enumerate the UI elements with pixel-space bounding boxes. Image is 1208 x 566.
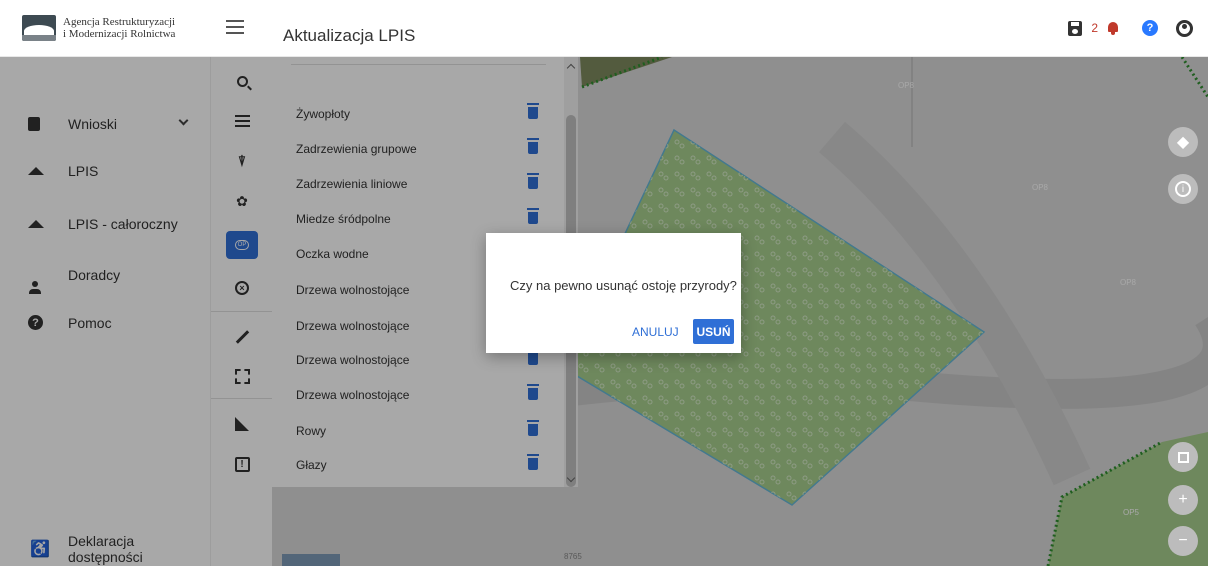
layers-icon: ◆: [1176, 134, 1190, 151]
info-icon: i: [1175, 181, 1191, 197]
app-header: Agencja Restrukturyzacji i Modernizacji …: [0, 0, 1208, 57]
help-icon: ?: [1142, 20, 1158, 36]
brand[interactable]: Agencja Restrukturyzacji i Modernizacji …: [0, 0, 210, 57]
cancel-button[interactable]: ANULUJ: [632, 325, 679, 339]
layers-button[interactable]: ◆: [1168, 127, 1198, 157]
info-button[interactable]: i: [1168, 174, 1198, 204]
plus-icon: +: [1178, 491, 1188, 508]
notifications-button[interactable]: [1102, 14, 1124, 42]
header-actions: 2 ?: [1061, 14, 1198, 42]
notification-count: 2: [1091, 21, 1098, 35]
save-icon: [1068, 20, 1083, 36]
minus-icon: −: [1178, 532, 1188, 549]
org-name: Agencja Restrukturyzacji i Modernizacji …: [63, 16, 175, 40]
confirm-delete-dialog: Czy na pewno usunąć ostoję przyrody? ANU…: [486, 233, 741, 353]
page-title: Aktualizacja LPIS: [283, 26, 416, 45]
user-button[interactable]: [1170, 14, 1198, 42]
zoom-in-button[interactable]: +: [1168, 485, 1198, 515]
hamburger-menu-icon[interactable]: [226, 20, 244, 34]
zoom-out-button[interactable]: −: [1168, 526, 1198, 556]
fullscreen-button[interactable]: [1168, 442, 1198, 472]
save-button[interactable]: [1061, 14, 1089, 42]
help-button[interactable]: ?: [1136, 14, 1164, 42]
org-name-line1: Agencja Restrukturyzacji: [63, 16, 176, 28]
org-name-line2: i Modernizacji Rolnictwa: [63, 28, 176, 40]
dialog-message: Czy na pewno usunąć ostoję przyrody?: [510, 278, 737, 293]
user-icon: [1175, 19, 1193, 37]
bell-icon: [1107, 21, 1119, 35]
fullscreen-icon: [1177, 451, 1189, 463]
delete-button[interactable]: USUŃ: [693, 319, 734, 344]
arimr-logo: [22, 15, 56, 41]
